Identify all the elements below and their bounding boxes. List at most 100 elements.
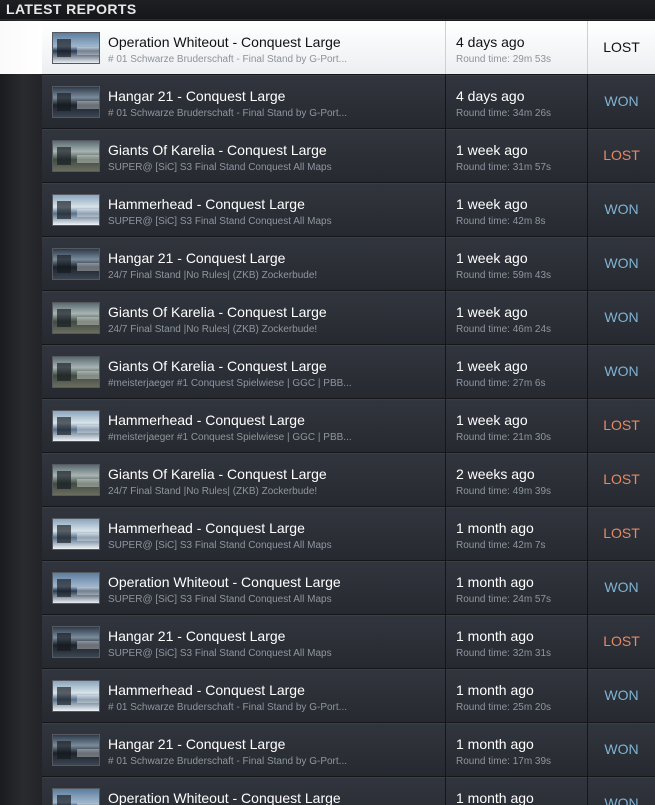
time-ago: 1 week ago xyxy=(456,412,528,428)
match-result: WON xyxy=(604,741,639,757)
round-time: Round time: 24m 57s xyxy=(456,594,552,605)
map-thumbnail xyxy=(52,572,100,604)
thumbnail-detail xyxy=(57,201,71,219)
time-ago: 1 month ago xyxy=(456,790,534,805)
thumbnail-detail xyxy=(57,309,71,327)
server-name: # 01 Schwarze Bruderschaft - Final Stand… xyxy=(108,108,347,119)
column-divider xyxy=(445,723,446,776)
time-ago: 1 month ago xyxy=(456,682,534,698)
thumbnail-detail xyxy=(57,417,71,435)
map-thumbnail xyxy=(52,86,100,118)
time-ago: 1 week ago xyxy=(456,142,528,158)
map-thumbnail xyxy=(52,302,100,334)
report-row[interactable]: Hangar 21 - Conquest Large 24/7 Final Sta… xyxy=(0,237,655,291)
report-row[interactable]: Operation Whiteout - Conquest Large 1 mon… xyxy=(0,777,655,805)
map-thumbnail xyxy=(52,32,100,64)
time-ago: 1 month ago xyxy=(456,736,534,752)
round-time: Round time: 21m 30s xyxy=(456,432,552,443)
time-ago: 1 week ago xyxy=(456,250,528,266)
thumbnail-detail xyxy=(57,363,71,381)
time-ago: 1 month ago xyxy=(456,574,534,590)
thumbnail-detail xyxy=(57,579,71,597)
report-row[interactable]: Giants Of Karelia - Conquest Large 24/7 F… xyxy=(0,453,655,507)
map-name: Operation Whiteout - Conquest Large xyxy=(108,574,341,590)
round-time: Round time: 17m 39s xyxy=(456,756,552,767)
time-ago: 1 week ago xyxy=(456,304,528,320)
map-name: Operation Whiteout - Conquest Large xyxy=(108,34,341,50)
report-row[interactable]: Hammerhead - Conquest Large # 01 Schwarze… xyxy=(0,669,655,723)
thumbnail-detail xyxy=(57,147,71,165)
map-name: Hammerhead - Conquest Large xyxy=(108,520,305,536)
report-row[interactable]: Operation Whiteout - Conquest Large SUPER… xyxy=(0,561,655,615)
server-name: # 01 Schwarze Bruderschaft - Final Stand… xyxy=(108,756,347,767)
latest-reports-header: LATEST REPORTS xyxy=(0,0,655,20)
column-divider xyxy=(445,21,446,74)
column-divider xyxy=(445,399,446,452)
round-time: Round time: 59m 43s xyxy=(456,270,552,281)
column-divider xyxy=(445,507,446,560)
map-name: Hangar 21 - Conquest Large xyxy=(108,736,286,752)
column-divider xyxy=(445,669,446,722)
report-row[interactable]: Operation Whiteout - Conquest Large # 01 … xyxy=(0,21,655,75)
thumbnail-detail xyxy=(57,93,71,111)
report-row[interactable]: Giants Of Karelia - Conquest Large 24/7 F… xyxy=(0,291,655,345)
thumbnail-detail xyxy=(77,371,99,379)
thumbnail-detail xyxy=(57,687,71,705)
time-ago: 1 week ago xyxy=(456,196,528,212)
server-name: SUPER@ [SiC] S3 Final Stand Conquest All… xyxy=(108,648,332,659)
time-ago: 4 days ago xyxy=(456,34,525,50)
time-ago: 1 month ago xyxy=(456,520,534,536)
thumbnail-detail xyxy=(77,533,99,541)
map-name: Giants Of Karelia - Conquest Large xyxy=(108,358,327,374)
column-divider xyxy=(445,345,446,398)
section-title: LATEST REPORTS xyxy=(6,1,137,17)
thumbnail-detail xyxy=(57,741,71,759)
server-name: SUPER@ [SiC] S3 Final Stand Conquest All… xyxy=(108,216,332,227)
map-thumbnail xyxy=(52,626,100,658)
map-thumbnail xyxy=(52,518,100,550)
server-name: 24/7 Final Stand |No Rules| (ZKB) Zocker… xyxy=(108,324,318,335)
thumbnail-detail xyxy=(57,471,71,489)
round-time: Round time: 31m 57s xyxy=(456,162,552,173)
thumbnail-detail xyxy=(77,263,99,271)
map-thumbnail xyxy=(52,464,100,496)
thumbnail-detail xyxy=(57,633,71,651)
report-row[interactable]: Hammerhead - Conquest Large SUPER@ [SiC] … xyxy=(0,507,655,561)
map-thumbnail xyxy=(52,248,100,280)
thumbnail-detail xyxy=(77,209,99,217)
report-row[interactable]: Hangar 21 - Conquest Large # 01 Schwarze … xyxy=(0,723,655,777)
map-thumbnail xyxy=(52,734,100,766)
map-name: Hammerhead - Conquest Large xyxy=(108,412,305,428)
server-name: #meisterjaeger #1 Conquest Spielwiese | … xyxy=(108,432,352,443)
report-row[interactable]: Hammerhead - Conquest Large SUPER@ [SiC] … xyxy=(0,183,655,237)
report-row[interactable]: Giants Of Karelia - Conquest Large #meist… xyxy=(0,345,655,399)
column-divider xyxy=(445,237,446,290)
column-divider xyxy=(445,777,446,805)
column-divider xyxy=(445,561,446,614)
report-row[interactable]: Hangar 21 - Conquest Large SUPER@ [SiC] S… xyxy=(0,615,655,669)
server-name: SUPER@ [SiC] S3 Final Stand Conquest All… xyxy=(108,540,332,551)
column-divider xyxy=(445,75,446,128)
match-result: LOST xyxy=(603,147,640,163)
column-divider xyxy=(445,183,446,236)
thumbnail-detail xyxy=(77,425,99,433)
report-row[interactable]: Giants Of Karelia - Conquest Large SUPER@… xyxy=(0,129,655,183)
round-time: Round time: 42m 7s xyxy=(456,540,546,551)
map-name: Operation Whiteout - Conquest Large xyxy=(108,790,341,805)
match-result: WON xyxy=(604,795,639,805)
thumbnail-detail xyxy=(77,695,99,703)
map-thumbnail xyxy=(52,410,100,442)
time-ago: 1 month ago xyxy=(456,628,534,644)
round-time: Round time: 25m 20s xyxy=(456,702,552,713)
server-name: 24/7 Final Stand |No Rules| (ZKB) Zocker… xyxy=(108,270,318,281)
report-row[interactable]: Hammerhead - Conquest Large #meisterjaege… xyxy=(0,399,655,453)
report-row[interactable]: Hangar 21 - Conquest Large # 01 Schwarze … xyxy=(0,75,655,129)
map-name: Giants Of Karelia - Conquest Large xyxy=(108,466,327,482)
round-time: Round time: 27m 6s xyxy=(456,378,546,389)
thumbnail-detail xyxy=(77,317,99,325)
map-name: Hammerhead - Conquest Large xyxy=(108,196,305,212)
round-time: Round time: 46m 24s xyxy=(456,324,552,335)
column-divider xyxy=(445,291,446,344)
match-result: WON xyxy=(604,255,639,271)
thumbnail-detail xyxy=(77,479,99,487)
